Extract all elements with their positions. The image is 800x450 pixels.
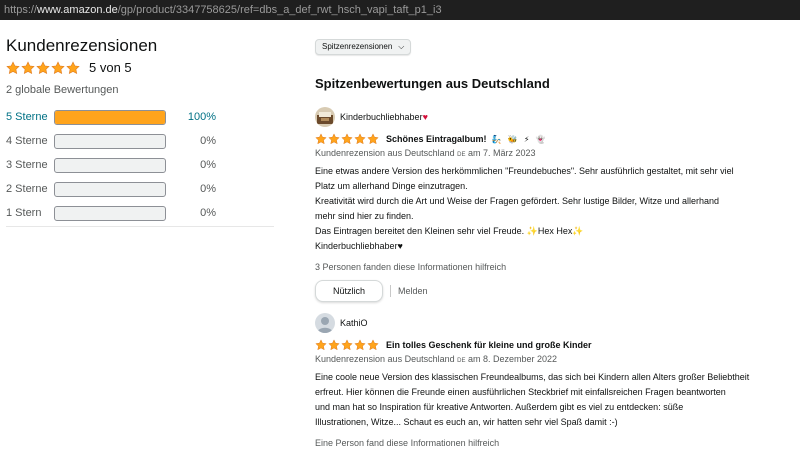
review-line: Das Eintragen bereitet den Kleinen sehr … <box>315 226 584 236</box>
helpful-count: Eine Person fand diese Informationen hil… <box>315 438 500 448</box>
review-title[interactable]: Ein tolles Geschenk für kleine und große… <box>386 340 592 350</box>
histogram-percent: 100% <box>187 111 217 123</box>
url-path: /gp/product/3347758625/ref=dbs_a_def_rwt… <box>117 4 442 16</box>
histogram-row-5[interactable]: 5 Sterne 100% <box>6 105 216 129</box>
histogram-row-1: 1 Stern 0% <box>6 201 216 225</box>
histogram-bar <box>53 181 167 197</box>
histogram-bar <box>53 109 167 125</box>
country-flag: DE <box>457 152 466 158</box>
review-stars-icon <box>315 133 380 145</box>
review-stars-icon <box>315 339 380 351</box>
histogram-percent: 0% <box>200 135 217 147</box>
reviewer-name: KathiO <box>340 318 368 328</box>
review-line: Illustrationen, Witze... Schaut es euch … <box>315 417 618 427</box>
review-line: Kreativität wird durch die Art und Weise… <box>315 196 720 206</box>
sort-dropdown[interactable]: Spitzenrezensionen ⌵ <box>315 38 412 55</box>
review-meta: Kundenrezension aus Deutschland DE am 7.… <box>315 148 800 158</box>
histogram-label: 2 Sterne <box>6 183 48 195</box>
review-line: Kinderbuchliebhaber♥ <box>315 241 403 251</box>
review-actions: Nützlich Melden <box>315 280 800 302</box>
histogram-label: 4 Sterne <box>6 135 48 147</box>
histogram-bar <box>53 205 167 221</box>
review-body: Eine coole neue Version des klassischen … <box>315 370 795 430</box>
histogram-row-3: 3 Sterne 0% <box>6 153 216 177</box>
reviewer-profile[interactable]: KathiO <box>315 313 800 333</box>
review-title-line: Ein tolles Geschenk für kleine und große… <box>315 339 800 351</box>
histogram-row-4: 4 Sterne 0% <box>6 129 216 153</box>
review-card: KathiO Ein tolles Geschenk für kleine un… <box>315 313 800 448</box>
reviews-section: Spitzenrezensionen ⌵ Spitzenbewertungen … <box>315 36 800 448</box>
chevron-down-icon: ⌵ <box>398 41 405 51</box>
rating-summary: Kundenrezensionen 5 von 5 2 globale Bewe… <box>6 36 216 225</box>
overall-stars-icon <box>6 60 81 75</box>
review-line: Platz um allerhand Dinge einzutragen. <box>315 181 468 191</box>
review-meta: Kundenrezension aus Deutschland DE am 8.… <box>315 354 800 364</box>
histogram-percent: 0% <box>200 183 217 195</box>
reviewer-profile[interactable]: Kinderbuchliebhaber ♥ <box>315 107 800 127</box>
helpful-count: 3 Personen fanden diese Informationen hi… <box>315 262 507 272</box>
review-title-line: Schönes Eintragalbum! 🧞 🐝 ⚡ 👻 <box>315 133 800 145</box>
histogram-percent: 0% <box>200 159 217 171</box>
review-card: Kinderbuchliebhaber ♥ Schönes Eintragalb… <box>315 107 800 302</box>
overall-rating-text: 5 von 5 <box>89 60 132 75</box>
review-line: und man hat so Inspiration für kreative … <box>315 402 684 412</box>
avatar <box>315 107 335 127</box>
sort-label: Spitzenrezensionen <box>322 42 393 51</box>
top-reviews-heading: Spitzenbewertungen aus Deutschland <box>315 75 550 91</box>
review-origin: Kundenrezension aus Deutschland <box>315 148 455 158</box>
heart-icon: ♥ <box>422 112 428 122</box>
country-flag: DE <box>457 358 466 364</box>
review-line: Eine etwas andere Version des herkömmlic… <box>315 166 734 176</box>
report-link[interactable]: Melden <box>398 286 428 296</box>
histogram-row-2: 2 Sterne 0% <box>6 177 216 201</box>
histogram-bar <box>53 133 167 149</box>
review-date: am 8. Dezember 2022 <box>467 354 558 364</box>
divider <box>390 285 392 297</box>
reviews-heading: Kundenrezensionen <box>6 36 158 55</box>
review-date: am 7. März 2023 <box>467 148 536 158</box>
helpful-button[interactable]: Nützlich <box>315 280 384 302</box>
review-line: erfreut. Hier können die Freunde einen a… <box>315 387 726 397</box>
rating-histogram: 5 Sterne 100% 4 Sterne 0% 3 Sterne 0% 2 … <box>6 105 216 225</box>
emoji-icons: 🧞 🐝 ⚡ 👻 <box>491 134 548 144</box>
review-body: Eine etwas andere Version des herkömmlic… <box>315 164 795 254</box>
histogram-percent: 0% <box>200 207 217 219</box>
review-line: Eine coole neue Version des klassischen … <box>315 372 750 382</box>
histogram-label: 5 Sterne <box>6 111 48 123</box>
review-origin: Kundenrezension aus Deutschland <box>315 354 455 364</box>
histogram-fill <box>54 110 166 124</box>
address-bar[interactable]: https://www.amazon.de/gp/product/3347758… <box>0 0 800 20</box>
avatar <box>315 313 335 333</box>
histogram-bar <box>53 157 167 173</box>
review-title[interactable]: Schönes Eintragalbum! <box>386 134 487 144</box>
histogram-label: 3 Sterne <box>6 159 48 171</box>
reviewer-name: Kinderbuchliebhaber <box>340 112 423 122</box>
overall-rating[interactable]: 5 von 5 <box>6 60 216 75</box>
url-scheme: https:// <box>4 4 38 16</box>
url-host: www.amazon.de <box>37 4 118 16</box>
divider <box>6 226 274 227</box>
histogram-label: 1 Stern <box>6 207 42 219</box>
global-ratings-count: 2 globale Bewertungen <box>6 84 119 96</box>
review-line: mehr sind hier zu finden. <box>315 211 414 221</box>
